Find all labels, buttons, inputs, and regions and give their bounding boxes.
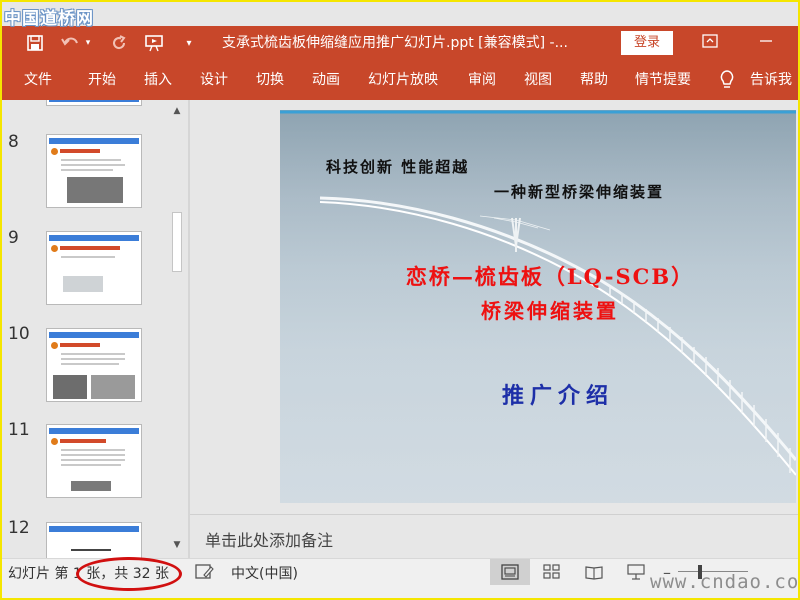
slide-number-label: 11 bbox=[8, 420, 30, 440]
slide-number-label: 8 bbox=[8, 132, 19, 152]
thumbnail-scrollbar[interactable]: ▲ ▼ bbox=[168, 100, 186, 558]
watermark-top: 中国道桥网 bbox=[4, 8, 94, 29]
tab-tell-me[interactable]: 告诉我 bbox=[750, 60, 792, 100]
slide-thumbnail-10[interactable] bbox=[46, 328, 142, 402]
start-from-beginning-icon[interactable] bbox=[142, 32, 168, 54]
scroll-up-icon[interactable]: ▲ bbox=[168, 102, 186, 120]
red-highlight-ellipse bbox=[76, 557, 182, 591]
tab-insert[interactable]: 插入 bbox=[144, 60, 172, 100]
slide-thumbnail-12[interactable] bbox=[46, 522, 142, 558]
notes-placeholder: 单击此处添加备注 bbox=[205, 531, 334, 550]
title-bar: ▾ ▾ 支承式梳齿板伸缩缝应用推广幻灯片.ppt [兼容模式] -... 登录 bbox=[2, 26, 798, 60]
document-title: 支承式梳齿板伸缩缝应用推广幻灯片.ppt [兼容模式] -... bbox=[222, 35, 568, 51]
save-icon[interactable] bbox=[24, 32, 46, 54]
tab-file[interactable]: 文件 bbox=[24, 60, 52, 100]
slide-slogan-line2: 一种新型桥梁伸缩装置 bbox=[494, 183, 665, 201]
login-button[interactable]: 登录 bbox=[621, 31, 673, 55]
powerpoint-window: 中国道桥网 ▾ ▾ 支承式梳齿板伸缩缝应用推广幻灯片.ppt [兼容模式] -.… bbox=[0, 0, 800, 600]
redo-icon[interactable] bbox=[108, 32, 130, 54]
ribbon-display-options-icon[interactable] bbox=[698, 31, 722, 55]
slide-title-line2: 桥梁伸缩装置 bbox=[481, 299, 619, 323]
tab-review[interactable]: 审阅 bbox=[468, 60, 496, 100]
slide-number-label: 9 bbox=[8, 228, 19, 248]
slide-canvas[interactable]: 科技创新 性能超越 一种新型桥梁伸缩装置 恋桥—梳齿板（LQ-SCB） 桥梁伸缩… bbox=[280, 110, 796, 503]
notes-pane[interactable]: 单击此处添加备注 bbox=[190, 514, 798, 558]
tab-home[interactable]: 开始 bbox=[88, 60, 116, 100]
language-status[interactable]: 中文(中国) bbox=[231, 563, 298, 583]
notes-toggle-icon[interactable] bbox=[194, 563, 214, 581]
tab-slideshow[interactable]: 幻灯片放映 bbox=[368, 60, 438, 100]
pane-divider[interactable] bbox=[188, 100, 190, 558]
reading-view-icon[interactable] bbox=[574, 559, 614, 585]
tab-view[interactable]: 视图 bbox=[524, 60, 552, 100]
status-bar: 幻灯片 第 1 张，共 32 张 中文(中国) – www.cndao.com bbox=[2, 557, 800, 598]
tab-design[interactable]: 设计 bbox=[200, 60, 228, 100]
scrollbar-thumb[interactable] bbox=[172, 212, 182, 272]
slide-subtitle: 推广介绍 bbox=[501, 383, 614, 409]
slide-number-label: 10 bbox=[8, 324, 30, 344]
normal-view-icon[interactable] bbox=[490, 559, 530, 585]
tab-storyboarding[interactable]: 情节提要 bbox=[635, 60, 691, 100]
tab-animations[interactable]: 动画 bbox=[312, 60, 340, 100]
slide-sorter-icon[interactable] bbox=[532, 559, 572, 585]
tab-help[interactable]: 帮助 bbox=[580, 60, 608, 100]
ribbon-tabs: 文件 开始 插入 设计 切换 动画 幻灯片放映 审阅 视图 帮助 情节提要 告诉… bbox=[2, 60, 798, 100]
slide-thumbnail-pane: 8 9 10 11 12 bbox=[2, 100, 168, 558]
undo-icon[interactable] bbox=[60, 32, 82, 54]
slide-slogan-line1: 科技创新 性能超越 bbox=[326, 158, 470, 176]
slide-thumbnail-9[interactable] bbox=[46, 231, 142, 305]
lightbulb-icon[interactable] bbox=[718, 60, 738, 100]
slide-number-label: 12 bbox=[8, 518, 30, 538]
slide-thumbnail-7-partial[interactable] bbox=[46, 100, 142, 106]
customize-toolbar-icon[interactable]: ▾ bbox=[182, 32, 196, 54]
slide-thumbnail-8[interactable] bbox=[46, 134, 142, 208]
scroll-down-icon[interactable]: ▼ bbox=[168, 536, 186, 554]
slide-thumbnail-11[interactable] bbox=[46, 424, 142, 498]
tab-transitions[interactable]: 切换 bbox=[256, 60, 284, 100]
minimize-icon[interactable] bbox=[754, 31, 778, 55]
slide-title-line1: 恋桥—梳齿板（LQ-SCB） bbox=[405, 264, 695, 289]
undo-dropdown-icon[interactable]: ▾ bbox=[82, 32, 94, 54]
watermark-bottom: www.cndao.com bbox=[650, 571, 800, 593]
